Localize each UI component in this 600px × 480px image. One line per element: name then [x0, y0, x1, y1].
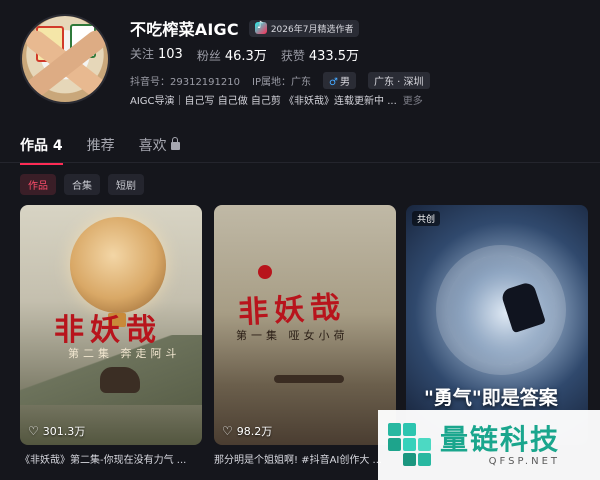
likes-count: ♡ 301.3万: [28, 423, 85, 439]
profile-stats: 关注 103 粉丝 46.3万 获赞 433.5万: [130, 45, 359, 64]
video-caption[interactable]: 那分明是个姐姐啊! #抖音AI创作大 ...: [214, 451, 396, 466]
tabs-divider: [0, 162, 600, 163]
video-card[interactable]: 非妖哉 第一集 哑女小荷 ♡ 98.2万: [214, 205, 396, 445]
card-art-subtitle: 第一集 哑女小荷: [236, 329, 349, 342]
profile-name: 不吃榨菜AIGC: [130, 20, 239, 39]
tab-likes-label: 喜欢: [138, 138, 167, 154]
stat-value: 433.5万: [308, 49, 360, 64]
stat-label: 获赞: [280, 49, 305, 63]
profile-bio: AIGC导演｜自己写 自己做 自己剪 《非妖哉》连载更新中 ... 更多: [130, 92, 423, 107]
featured-author-badge[interactable]: 2026年7月精选作者: [248, 19, 360, 37]
card-art-subtitle: 第二集 奔走阿斗: [68, 347, 181, 360]
tab-recommend[interactable]: 推荐: [87, 135, 115, 165]
ox-illustration: [100, 367, 140, 393]
bio-more-link[interactable]: 更多: [403, 92, 423, 107]
profile-meta: 抖音号：29312191210 IP属地：广东 ♂ 男 广东 · 深圳: [130, 72, 430, 89]
stat-label: 粉丝: [196, 49, 221, 63]
site-watermark: 量链科技 QFSP.NET: [378, 410, 600, 480]
stat-value: 46.3万: [224, 49, 267, 64]
bio-text: AIGC导演｜自己写 自己做 自己剪 《非妖哉》连载更新中 ...: [130, 96, 397, 107]
paper-vortex-illustration: [436, 245, 566, 375]
horses-illustration: [274, 375, 344, 383]
likes-value: 301.3万: [42, 425, 86, 438]
content-filters: 作品 合集 短剧: [20, 174, 144, 195]
profile-name-row: 不吃榨菜AIGC 2026年7月精选作者: [130, 16, 360, 40]
tab-works[interactable]: 作品 4: [20, 135, 63, 165]
gender-label: 男: [339, 77, 350, 88]
lock-icon: [170, 137, 180, 150]
red-sun-illustration: [258, 265, 272, 279]
profile-tabs: 作品 4 推荐 喜欢: [20, 135, 180, 165]
watermark-text: 量链科技 QFSP.NET: [440, 422, 561, 467]
filter-works[interactable]: 作品: [20, 174, 56, 195]
stat-label: 关注: [130, 47, 155, 61]
ip-location: IP属地：广东: [252, 77, 311, 88]
card-slogan: "勇气"即是答案: [424, 387, 558, 409]
stat-following[interactable]: 关注 103: [130, 45, 183, 64]
douyin-id[interactable]: 抖音号：29312191210: [130, 73, 240, 88]
tab-likes[interactable]: 喜欢: [139, 135, 180, 165]
region-tag: 广东 · 深圳: [367, 72, 430, 89]
video-card[interactable]: 共创 "勇气"即是答案: [406, 205, 588, 445]
male-icon: ♂: [328, 77, 338, 88]
heart-icon: ♡: [222, 424, 233, 438]
likes-value: 98.2万: [236, 425, 273, 438]
lantern-balloon-illustration: [70, 217, 166, 313]
card-art-title: 非妖哉: [54, 313, 162, 348]
douyin-icon: [254, 20, 267, 34]
video-caption[interactable]: 《非妖哉》第二集-你现在没有力气 ...: [20, 451, 202, 466]
card-art-title: 非妖哉: [237, 290, 348, 331]
heart-icon: ♡: [28, 424, 39, 438]
stat-followers[interactable]: 粉丝 46.3万: [197, 45, 267, 64]
filter-collections[interactable]: 合集: [64, 174, 100, 195]
gender-tag: ♂ 男: [322, 72, 356, 89]
likes-count: ♡ 98.2万: [222, 423, 272, 439]
stat-value: 103: [158, 47, 183, 62]
stat-likes: 获赞 433.5万: [281, 45, 359, 64]
co-creation-tag: 共创: [412, 211, 441, 226]
watermark-url: QFSP.NET: [488, 455, 561, 467]
filter-short-dramas[interactable]: 短剧: [108, 174, 144, 195]
badge-label: 2026年7月精选作者: [270, 24, 354, 35]
watermark-logo-icon: [388, 423, 432, 467]
avatar[interactable]: [20, 14, 110, 104]
watermark-title: 量链科技: [440, 422, 561, 456]
video-card[interactable]: 非妖哉 第二集 奔走阿斗 ♡ 301.3万: [20, 205, 202, 445]
